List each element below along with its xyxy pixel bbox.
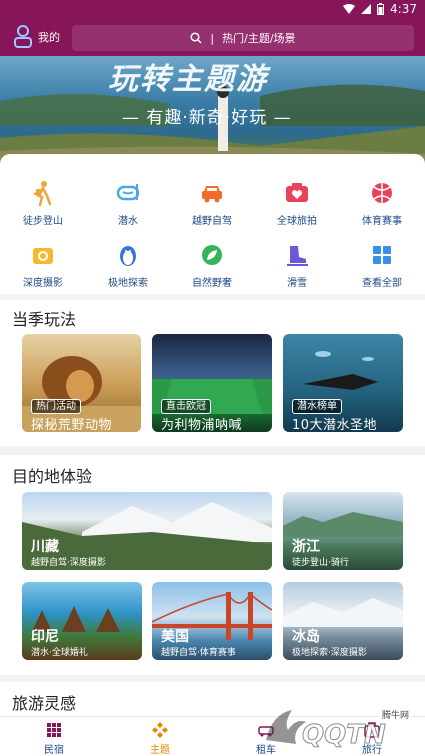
category-label: 极地探索 (108, 278, 148, 289)
category-sports[interactable]: 体育赛事 (347, 180, 417, 227)
category-label: 越野自驾 (192, 216, 232, 227)
clock-time: 4:37 (390, 2, 417, 16)
category-label: 查看全部 (362, 278, 402, 289)
card-title: 探秘荒野动物 (31, 418, 113, 432)
grid-icon (373, 246, 391, 264)
category-photography[interactable]: 深度摄影 (8, 242, 78, 289)
user-icon (14, 25, 32, 48)
camera-icon (33, 248, 53, 264)
category-label: 滑雪 (287, 278, 307, 289)
card-title: 印尼 (31, 629, 59, 645)
category-hiking[interactable]: 徒步登山 (8, 180, 78, 227)
nav-label: 主题 (150, 745, 170, 756)
status-bar: 4:37 (0, 0, 425, 20)
category-label: 深度摄影 (23, 278, 63, 289)
category-panel: 徒步登山 潜水 越野自驾 全球旅拍 体育赛事 深度摄影 极地探索 自然野奢 滑雪… (0, 154, 425, 294)
seasonal-section: 当季玩法 热门活动 探秘荒野动物 直击欧冠 为利物浦呐喊 潜水榜单 10大潜水圣… (0, 300, 425, 446)
category-offroad[interactable]: 越野自驾 (177, 180, 247, 227)
category-label: 体育赛事 (362, 216, 402, 227)
card-title: 川藏 (31, 539, 59, 555)
watermark: QQTN 腾牛网 (262, 700, 422, 756)
nav-homestay[interactable]: 民宿 (24, 721, 84, 756)
destination-card-sichuan-tibet[interactable]: 川藏 越野自驾·深度摄影 (22, 492, 272, 570)
hiking-icon (33, 181, 52, 206)
section-title: 当季玩法 (12, 310, 77, 329)
card-title: 冰岛 (292, 629, 320, 645)
nav-theme[interactable]: 主题 (130, 721, 190, 756)
card-subtitle: 越野自驾·体育赛事 (161, 648, 236, 658)
card-title: 美国 (161, 629, 189, 645)
card-title: 浙江 (292, 539, 320, 555)
destination-card-iceland[interactable]: 冰岛 极地探索·深度摄影 (283, 582, 403, 660)
section-title: 旅游灵感 (12, 694, 77, 713)
category-ski[interactable]: 滑雪 (262, 242, 332, 289)
destination-card-zhejiang[interactable]: 浙江 徒步登山·骑行 (283, 492, 403, 570)
watermark-badge: 腾牛网 (380, 708, 412, 721)
diving-mask-icon (116, 184, 140, 201)
category-nature-luxury[interactable]: 自然野奢 (177, 242, 247, 289)
category-label: 徒步登山 (23, 216, 63, 227)
camera-heart-icon (286, 183, 308, 202)
diamond-grid-icon (152, 722, 168, 738)
card-title: 为利物浦呐喊 (161, 418, 243, 432)
top-header: 我的 | 热门/主题/场景 (0, 20, 425, 56)
banner-title: 玩转主题游 (108, 62, 268, 97)
destinations-section: 目的地体验 川藏 越野自驾·深度摄影 浙江 徒步登山·骑行 印尼 潜水·全球婚礼… (0, 455, 425, 675)
search-placeholder: 热门/主题/场景 (222, 32, 296, 45)
search-divider: | (210, 31, 215, 45)
card-subtitle: 极地探索·深度摄影 (292, 648, 367, 658)
category-travel-photo[interactable]: 全球旅拍 (262, 180, 332, 227)
category-view-all[interactable]: 查看全部 (347, 242, 417, 289)
battery-icon (377, 3, 385, 15)
destination-card-indonesia[interactable]: 印尼 潜水·全球婚礼 (22, 582, 142, 660)
penguin-icon (120, 246, 136, 266)
seasonal-card-football[interactable]: 直击欧冠 为利物浦呐喊 (152, 334, 272, 432)
search-icon (190, 32, 202, 44)
banner-slogan: — 有趣·新奇·好玩 — (122, 108, 292, 128)
section-title: 目的地体验 (12, 467, 93, 486)
ski-boot-icon (287, 246, 308, 266)
card-tag: 热门活动 (31, 399, 81, 414)
card-subtitle: 越野自驾·深度摄影 (31, 558, 106, 568)
car-icon (202, 186, 222, 203)
hero-banner[interactable]: 玩转主题游 — 有趣·新奇·好玩 — (0, 56, 425, 166)
leaf-icon (202, 245, 222, 265)
seasonal-card-diving[interactable]: 潜水榜单 10大潜水圣地 (283, 334, 403, 432)
card-tag: 潜水榜单 (292, 399, 342, 414)
status-icons: 4:37 (343, 2, 417, 16)
grid-dots-icon (47, 723, 61, 737)
signal-icon (361, 4, 372, 14)
destination-card-usa[interactable]: 美国 越野自驾·体育赛事 (152, 582, 272, 660)
ball-icon (372, 183, 392, 203)
wifi-icon (343, 4, 356, 14)
search-bar[interactable]: | 热门/主题/场景 (72, 25, 414, 51)
seasonal-card-wildlife[interactable]: 热门活动 探秘荒野动物 (22, 334, 141, 432)
card-subtitle: 潜水·全球婚礼 (31, 648, 88, 658)
watermark-text: QQTN (302, 720, 387, 751)
profile-button[interactable]: 我的 (12, 24, 60, 50)
category-diving[interactable]: 潜水 (93, 180, 163, 227)
category-label: 全球旅拍 (277, 216, 317, 227)
profile-label: 我的 (38, 31, 60, 44)
nav-label: 民宿 (44, 745, 64, 756)
card-title: 10大潜水圣地 (292, 418, 378, 432)
category-label: 自然野奢 (192, 278, 232, 289)
card-subtitle: 徒步登山·骑行 (292, 558, 349, 568)
category-label: 潜水 (118, 216, 138, 227)
category-polar[interactable]: 极地探索 (93, 242, 163, 289)
card-tag: 直击欧冠 (161, 399, 211, 414)
